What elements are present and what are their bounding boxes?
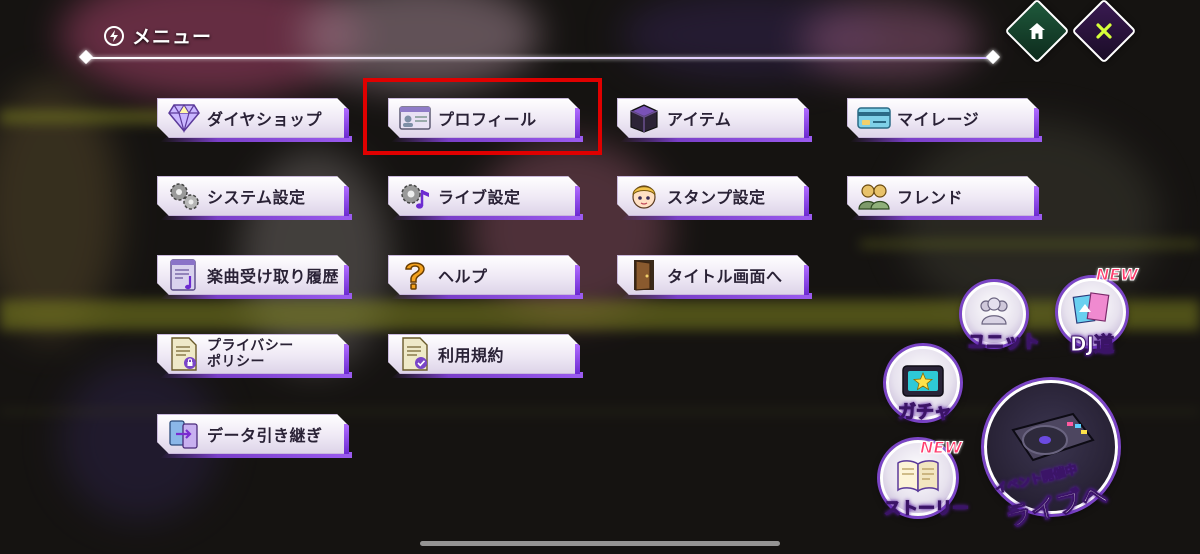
- live-settings-button[interactable]: ライブ設定: [388, 176, 580, 216]
- stamp-settings-button[interactable]: スタンプ設定: [617, 176, 809, 216]
- menu-label: データ引き継ぎ: [207, 426, 323, 445]
- gear-music-icon: [398, 179, 432, 213]
- menu-label: システム設定: [207, 188, 306, 207]
- unit-people-icon: [976, 296, 1012, 332]
- data-transfer-icon: [167, 417, 201, 451]
- menu-label: フレンド: [897, 188, 964, 207]
- page-title: メニュー: [132, 26, 213, 48]
- terms-button[interactable]: 利用規約: [388, 334, 580, 374]
- close-x-icon: [1095, 22, 1113, 40]
- mileage-card-icon: [857, 101, 891, 135]
- menu-label: アイテム: [667, 110, 732, 129]
- diamond-shop-button[interactable]: ダイヤショップ: [157, 98, 349, 138]
- mileage-button[interactable]: マイレージ: [847, 98, 1039, 138]
- book-icon: [896, 458, 940, 498]
- highlight-rectangle: [363, 78, 602, 155]
- menu-label: ダイヤショップ: [207, 110, 323, 129]
- menu-header: メニュー: [104, 22, 212, 49]
- friend-button[interactable]: フレンド: [847, 176, 1039, 216]
- menu-label: ライブ設定: [438, 188, 521, 207]
- system-settings-button[interactable]: システム設定: [157, 176, 349, 216]
- friends-icon: [857, 179, 891, 213]
- question-icon: [398, 258, 432, 292]
- dj-road-label: DJ道: [1069, 332, 1115, 357]
- menu-label: ヘルプ: [438, 267, 488, 286]
- gears-icon: [167, 179, 201, 213]
- song-history-button[interactable]: 楽曲受け取り履歴: [157, 255, 349, 295]
- menu-label: スタンプ設定: [667, 188, 766, 207]
- menu-label: プライバシー ポリシー: [207, 338, 294, 370]
- gacha-label: ガチャ: [898, 402, 953, 424]
- data-transfer-button[interactable]: データ引き継ぎ: [157, 414, 349, 454]
- privacy-doc-icon: [167, 337, 201, 371]
- label-line-1: プライバシー: [207, 338, 294, 354]
- dj-road-new-badge: NEW: [1096, 265, 1139, 285]
- label-line-2: ポリシー: [207, 354, 265, 370]
- menu-label: 楽曲受け取り履歴: [207, 267, 340, 286]
- door-icon: [627, 258, 661, 292]
- unit-label: ユニット: [968, 332, 1041, 354]
- story-new-badge: NEW: [920, 438, 963, 458]
- song-list-icon: [167, 258, 201, 292]
- item-box-icon: [627, 101, 661, 135]
- terms-doc-icon: [398, 337, 432, 371]
- home-indicator: [420, 541, 780, 546]
- menu-label: マイレージ: [897, 110, 980, 129]
- menu-label: タイトル画面へ: [667, 267, 783, 286]
- home-icon: [1027, 21, 1047, 41]
- story-label: ストーリー: [884, 499, 970, 520]
- item-button[interactable]: アイテム: [617, 98, 809, 138]
- help-button[interactable]: ヘルプ: [388, 255, 580, 295]
- menu-label: 利用規約: [438, 346, 505, 365]
- lightning-icon: [104, 25, 124, 46]
- privacy-policy-button[interactable]: プライバシー ポリシー: [157, 334, 349, 374]
- header-divider: [86, 57, 994, 59]
- title-screen-button[interactable]: タイトル画面へ: [617, 255, 809, 295]
- character-face-icon: [627, 179, 661, 213]
- diamond-icon: [167, 101, 201, 135]
